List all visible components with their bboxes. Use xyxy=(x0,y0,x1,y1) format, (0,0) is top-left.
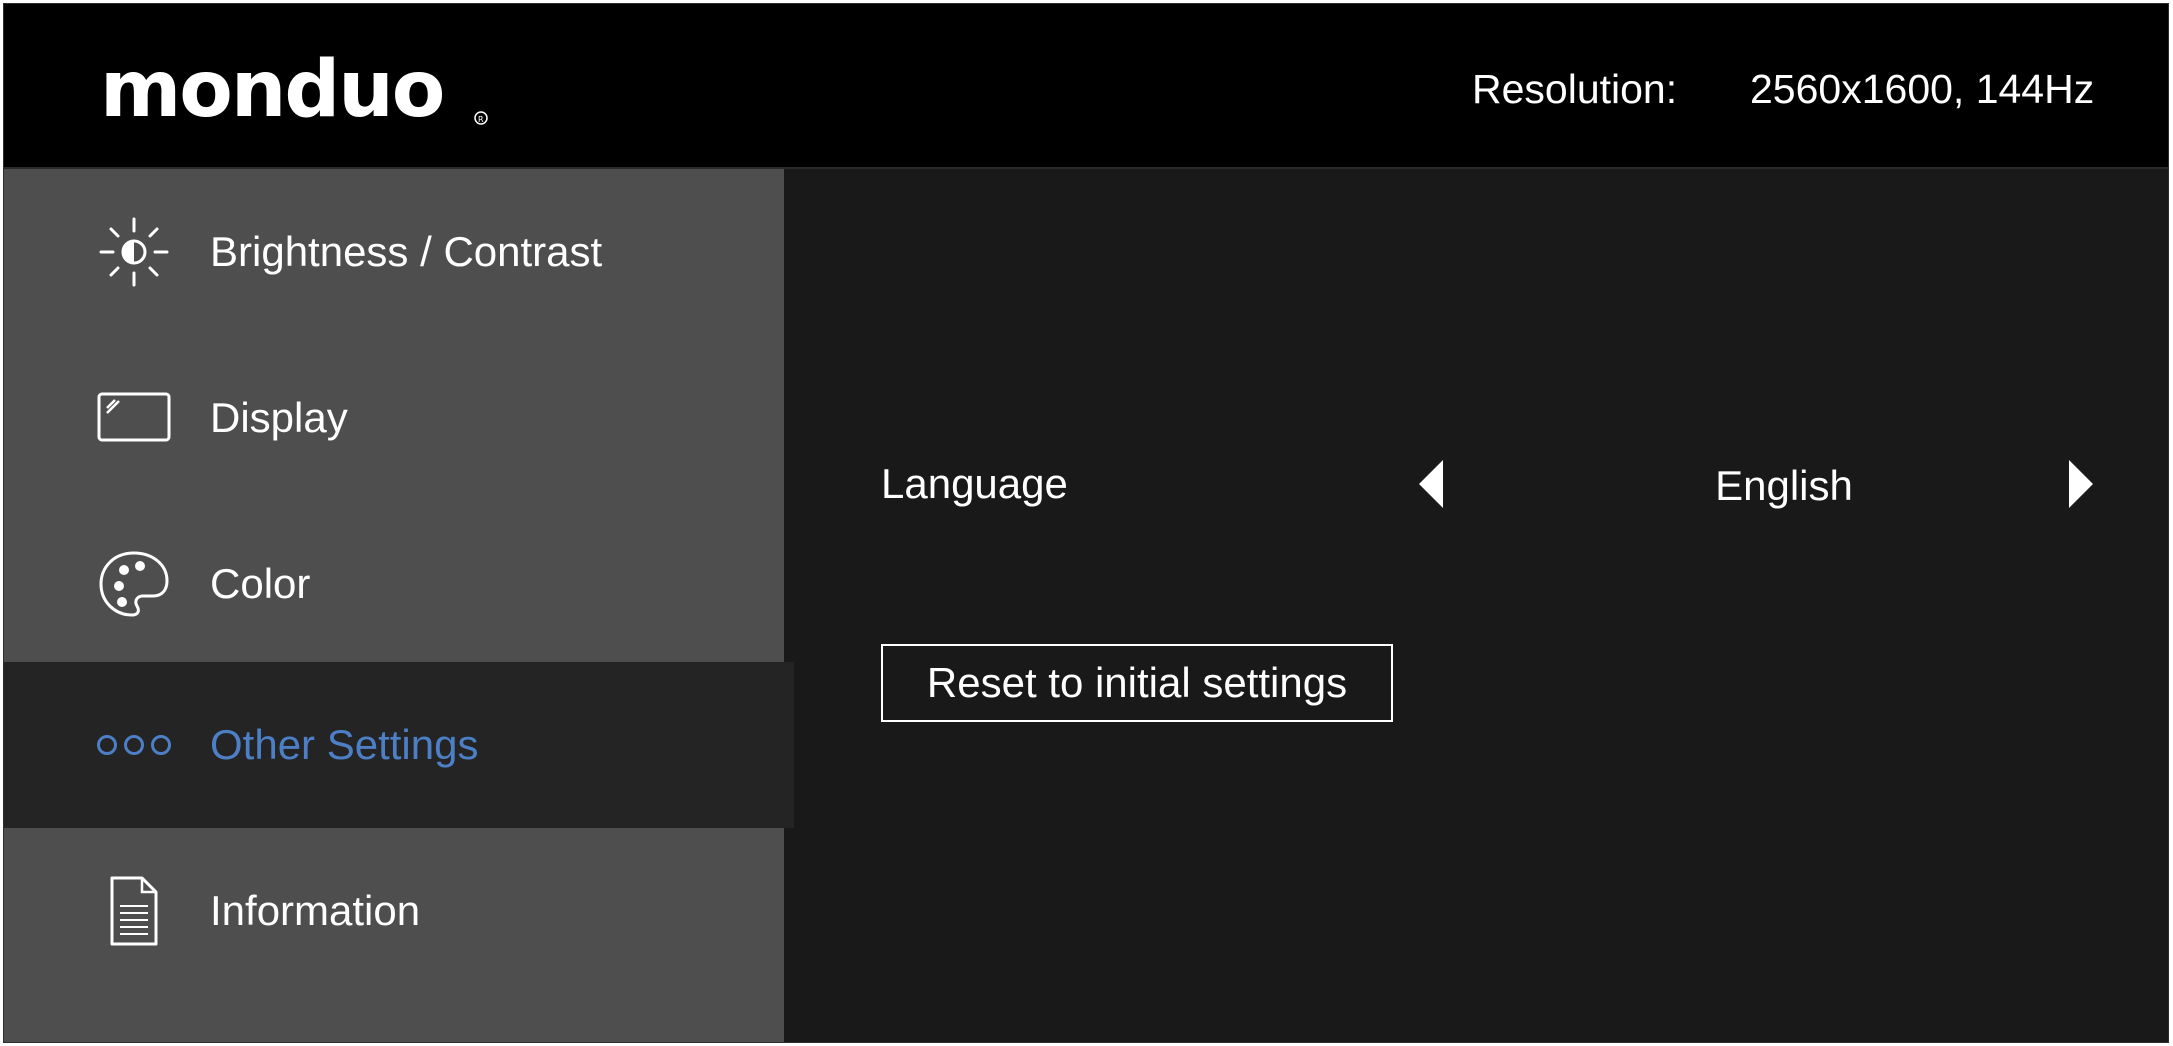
svg-text:monduo: monduo xyxy=(100,54,443,129)
sidebar-item-label: Color xyxy=(210,560,311,607)
header-bar: monduo R Resolution: 2560x1600, 144Hz xyxy=(4,4,2168,169)
settings-panel: Language English Reset to initial settin… xyxy=(784,169,2168,1042)
language-value: English xyxy=(1715,462,1853,509)
display-icon xyxy=(97,392,171,442)
sidebar-item-color[interactable]: Color xyxy=(4,501,784,667)
svg-text:R: R xyxy=(478,115,484,124)
document-icon xyxy=(110,876,158,946)
three-dots-icon xyxy=(97,735,171,755)
sidebar: Brightness / Contrast Display Color Othe… xyxy=(4,169,794,1042)
resolution-value: 2560x1600, 144Hz xyxy=(1750,66,2095,112)
sidebar-item-label: Information xyxy=(210,887,421,934)
resolution-label: Resolution: xyxy=(1472,66,1678,112)
sidebar-item-label: Display xyxy=(210,394,348,441)
palette-icon xyxy=(99,551,169,617)
osd-window: monduo R Resolution: 2560x1600, 144Hz Br… xyxy=(3,3,2169,1043)
sidebar-item-other-settings[interactable]: Other Settings xyxy=(4,662,794,828)
brightness-icon xyxy=(99,217,169,287)
language-label: Language xyxy=(881,460,1068,507)
sidebar-item-label: Brightness / Contrast xyxy=(210,228,603,275)
sidebar-item-label: Other Settings xyxy=(210,721,479,768)
sidebar-item-brightness-contrast[interactable]: Brightness / Contrast xyxy=(4,169,784,335)
sidebar-item-information[interactable]: Information xyxy=(4,828,784,994)
monduo-logo: monduo R xyxy=(100,54,488,129)
language-prev-arrow[interactable] xyxy=(1419,460,1443,508)
sidebar-item-display[interactable]: Display xyxy=(4,335,784,501)
reset-settings-button[interactable]: Reset to initial settings xyxy=(881,644,1393,722)
language-next-arrow[interactable] xyxy=(2069,460,2093,508)
